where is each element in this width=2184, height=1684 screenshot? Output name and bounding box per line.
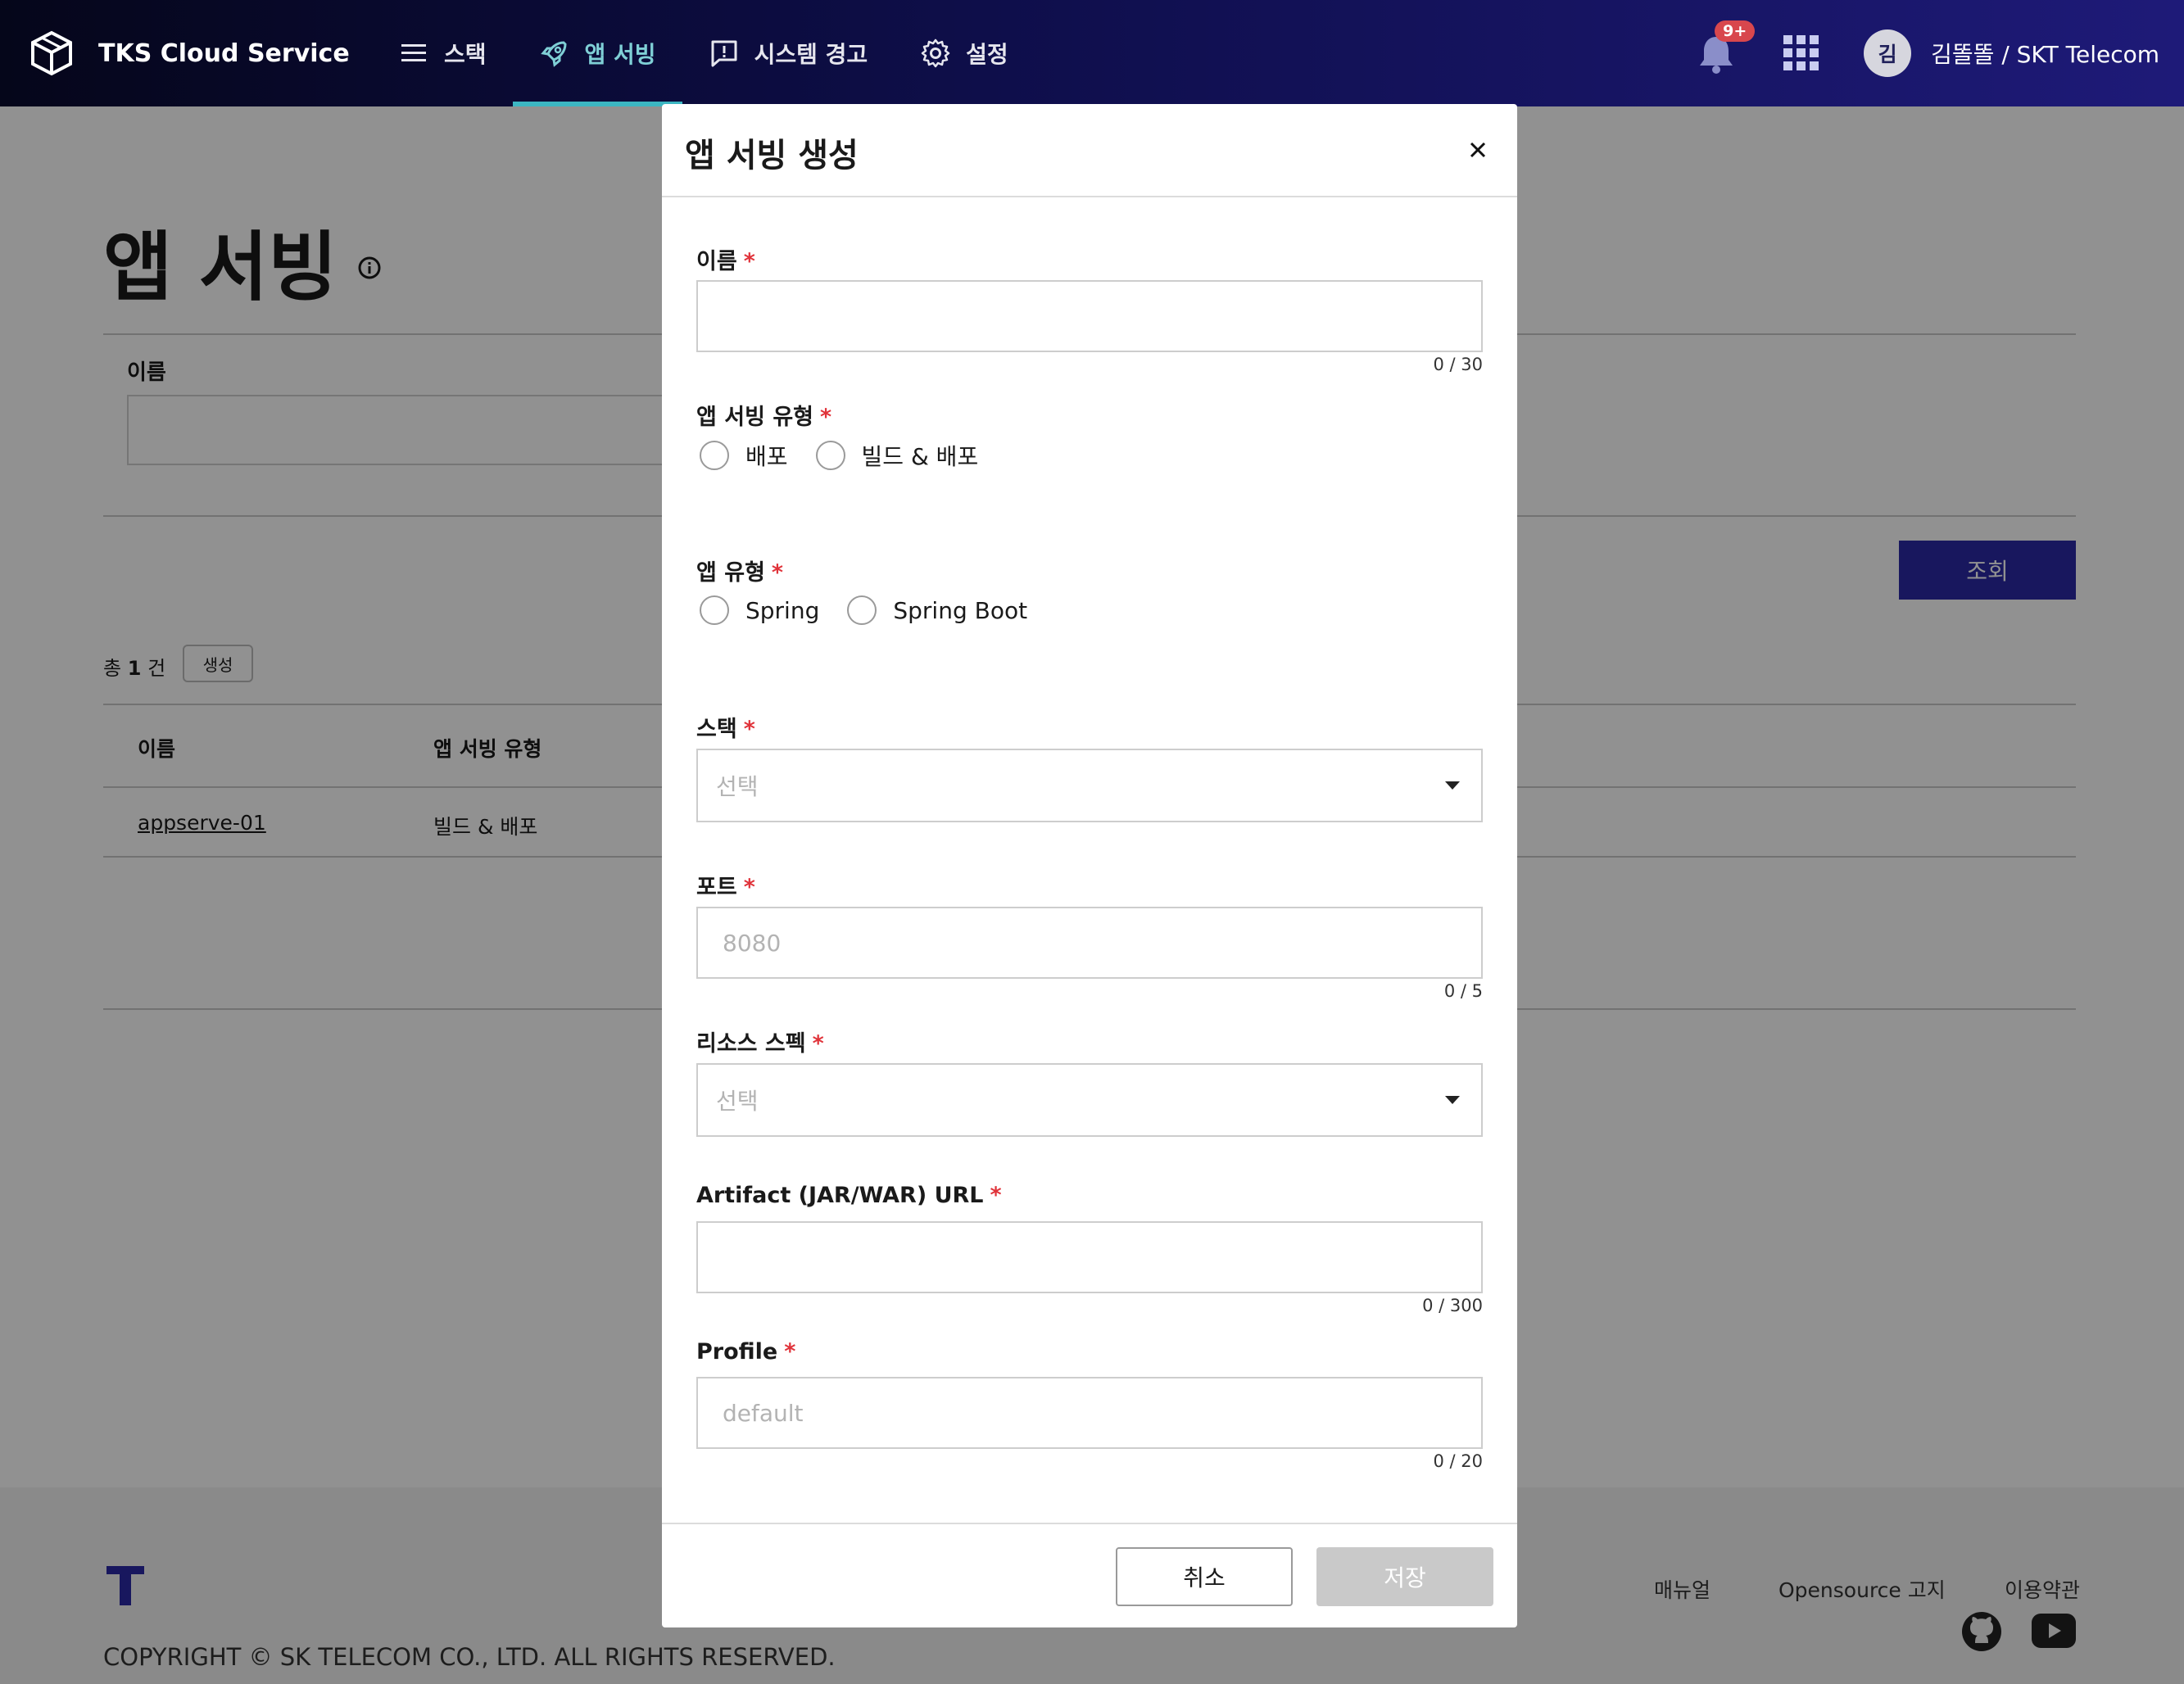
user-name[interactable]: 김똘똘 / SKT Telecom <box>1931 37 2159 70</box>
radio-circle[interactable] <box>847 595 877 625</box>
port-label: 포트 * <box>696 875 755 900</box>
modal-footer-divider <box>662 1523 1517 1524</box>
brand[interactable]: TKS Cloud Service <box>28 29 372 77</box>
stack-select-placeholder: 선택 <box>716 773 759 800</box>
profile-char-counter: 0 / 20 <box>1433 1451 1483 1471</box>
resource-spec-placeholder: 선택 <box>716 1088 759 1115</box>
radio-circle[interactable] <box>815 441 845 470</box>
profile-label: Profile * <box>696 1339 796 1365</box>
radio-spring[interactable]: Spring <box>700 595 819 625</box>
brand-name: TKS Cloud Service <box>98 38 350 68</box>
app-grid-icon[interactable] <box>1782 34 1821 73</box>
nav-right-group: 9+ 김 김똘똘 / SKT Telecom <box>1693 20 2159 78</box>
name-char-counter: 0 / 30 <box>1433 355 1483 374</box>
name-label: 이름 * <box>696 249 755 274</box>
notification-badge: 9+ <box>1715 20 1756 42</box>
resource-spec-select[interactable]: 선택 <box>696 1063 1483 1137</box>
radio-spring-boot[interactable]: Spring Boot <box>847 595 1027 625</box>
serving-type-label: 앱 서빙 유형 * <box>696 405 832 430</box>
nav-item-app-serving[interactable]: 앱 서빙 <box>512 0 682 106</box>
nav-item-label: 앱 서빙 <box>584 41 656 68</box>
modal-title: 앱 서빙 생성 <box>685 137 859 174</box>
nav-item-settings[interactable]: 설정 <box>894 0 1035 106</box>
port-input[interactable]: 8080 <box>696 907 1483 979</box>
modal-header: 앱 서빙 생성 <box>662 104 1517 197</box>
app-type-label: 앱 유형 * <box>696 560 784 586</box>
app-type-radio-group: Spring Spring Boot <box>700 595 1055 625</box>
artifact-url-char-counter: 0 / 300 <box>1422 1296 1483 1315</box>
profile-input[interactable]: default <box>696 1377 1483 1449</box>
save-button[interactable]: 저장 <box>1316 1547 1493 1606</box>
alert-message-icon <box>711 40 737 67</box>
cancel-button[interactable]: 취소 <box>1116 1547 1293 1606</box>
list-icon <box>401 44 426 61</box>
nav-item-label: 스택 <box>444 41 487 68</box>
notification-button[interactable]: 9+ <box>1693 20 1756 78</box>
serving-type-radio-group: 배포 빌드 & 배포 <box>700 439 1006 472</box>
avatar[interactable]: 김 <box>1864 29 1912 77</box>
radio-circle[interactable] <box>700 595 729 625</box>
gear-icon <box>921 38 950 68</box>
nav-item-label: 시스템 경고 <box>754 41 868 68</box>
artifact-url-input[interactable] <box>696 1221 1483 1293</box>
name-input[interactable] <box>696 280 1483 352</box>
close-icon <box>1470 142 1486 158</box>
artifact-url-label: Artifact (JAR/WAR) URL * <box>696 1183 1002 1208</box>
caret-down-icon <box>1445 1096 1460 1104</box>
cube-logo-icon <box>31 30 72 76</box>
radio-build-deploy[interactable]: 빌드 & 배포 <box>815 439 978 472</box>
nav-item-label: 설정 <box>966 41 1008 68</box>
rocket-icon <box>540 41 567 67</box>
radio-deploy[interactable]: 배포 <box>700 439 788 472</box>
close-button[interactable] <box>1461 134 1494 166</box>
create-app-serving-modal: 앱 서빙 생성 이름 * 0 / 30 앱 서빙 유형 * 배포 빌드 & 배포 앱… <box>662 104 1517 1627</box>
caret-down-icon <box>1445 781 1460 790</box>
top-navigation-bar: TKS Cloud Service 스택 앱 서빙 시스템 경고 설정 9+ 김… <box>0 0 2184 106</box>
port-char-counter: 0 / 5 <box>1443 981 1483 1001</box>
nav-item-system-alert[interactable]: 시스템 경고 <box>682 0 895 106</box>
stack-label: 스택 * <box>696 717 755 742</box>
resource-spec-label: 리소스 스펙 * <box>696 1031 824 1057</box>
port-placeholder: 8080 <box>723 929 782 957</box>
stack-select[interactable]: 선택 <box>696 749 1483 822</box>
radio-circle[interactable] <box>700 441 729 470</box>
profile-placeholder: default <box>723 1399 804 1427</box>
nav-item-stack[interactable]: 스택 <box>372 0 513 106</box>
